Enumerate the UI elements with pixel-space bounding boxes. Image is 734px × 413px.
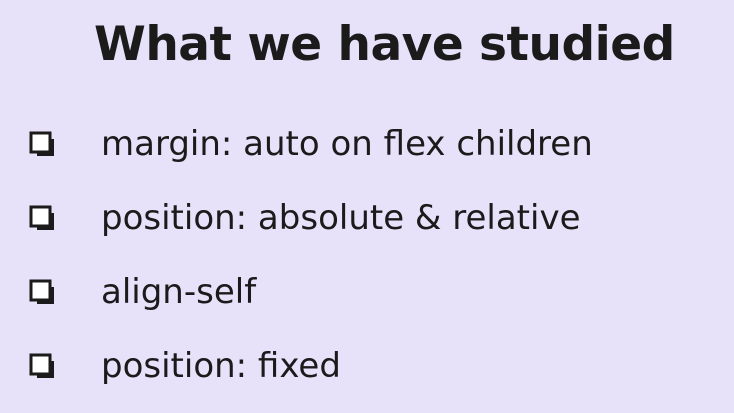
list-item-label: position: absolute & relative	[101, 198, 581, 238]
list-item: position: absolute & relative	[0, 196, 734, 240]
list-item-label: margin: auto on flex children	[101, 124, 593, 164]
slide-title: What we have studied	[94, 17, 675, 72]
list-item: align-self	[0, 270, 734, 314]
list-item-label: position: fixed	[101, 346, 341, 386]
checkbox-icon	[28, 352, 56, 380]
checkbox-icon	[28, 278, 56, 306]
list-item: margin: auto on flex children	[0, 122, 734, 166]
list-item-label: align-self	[101, 272, 257, 312]
checkbox-icon	[28, 130, 56, 158]
checkbox-icon	[28, 204, 56, 232]
list-item: position: fixed	[0, 344, 734, 388]
slide: What we have studied margin: auto on fle…	[0, 0, 734, 413]
